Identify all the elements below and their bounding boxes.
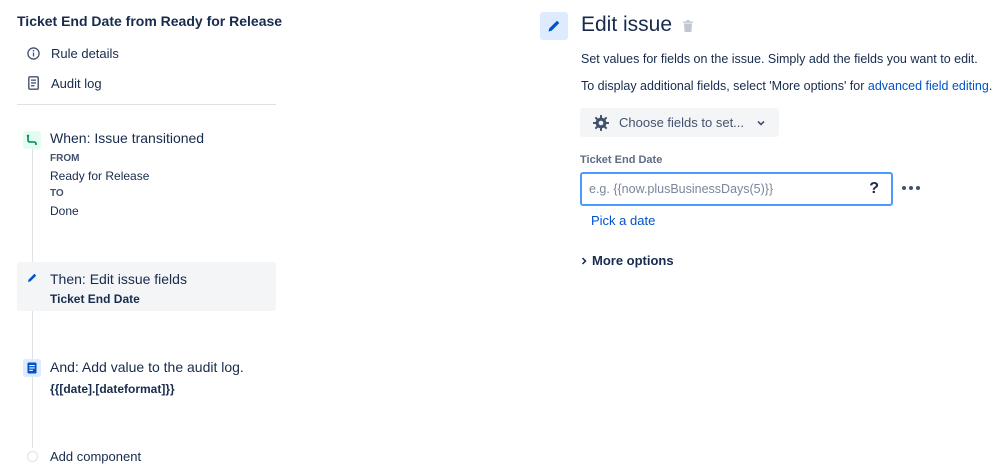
pick-a-date-link[interactable]: Pick a date — [591, 213, 655, 228]
more-options-toggle[interactable]: More options — [580, 253, 674, 268]
trigger-title: When: Issue transitioned — [50, 130, 205, 146]
action-title: Then: Edit issue fields — [50, 271, 187, 287]
action-step[interactable]: Then: Edit issue fields Ticket End Date — [17, 262, 276, 311]
ticket-end-date-field: ? — [580, 172, 893, 206]
desc2-prefix: To display additional fields, select 'Mo… — [581, 79, 868, 93]
action-detail: Ticket End Date — [50, 292, 140, 306]
description-more-text: To display additional fields, select 'Mo… — [581, 79, 992, 93]
audit-title: And: Add value to the audit log. — [50, 359, 244, 375]
rule-details-label: Rule details — [51, 45, 119, 61]
audit-log-link[interactable]: Audit log — [26, 73, 102, 93]
pencil-icon — [540, 12, 568, 40]
dot — [902, 186, 906, 190]
gear-icon — [592, 114, 610, 132]
rule-details-link[interactable]: Rule details — [26, 43, 119, 63]
to-label: TO — [50, 188, 64, 199]
rule-sidebar: Ticket End Date from Ready for Release R… — [0, 0, 290, 467]
help-icon[interactable]: ? — [869, 180, 879, 198]
dot — [916, 186, 920, 190]
page-title: Edit issue — [581, 13, 673, 36]
choose-fields-label: Choose fields to set... — [619, 115, 745, 130]
document-icon — [23, 359, 41, 377]
dot — [909, 186, 913, 190]
document-icon — [26, 76, 40, 90]
more-actions-icon[interactable] — [902, 186, 920, 190]
chevron-down-icon — [756, 118, 766, 128]
ticket-end-date-label: Ticket End Date — [580, 154, 663, 166]
trigger-step[interactable]: When: Issue transitioned FROM Ready for … — [17, 129, 276, 221]
audit-detail: {{[date].[dateformat]}} — [50, 382, 175, 396]
add-component-label: Add component — [50, 449, 142, 464]
advanced-field-editing-link[interactable]: advanced field editing — [868, 79, 989, 93]
choose-fields-button[interactable]: Choose fields to set... — [580, 108, 779, 137]
more-options-label: More options — [592, 253, 674, 268]
audit-step[interactable]: And: Add value to the audit log. {{[date… — [17, 357, 276, 399]
rule-title: Ticket End Date from Ready for Release — [17, 13, 283, 29]
pencil-icon — [23, 269, 41, 287]
ticket-end-date-input[interactable] — [589, 182, 849, 196]
transition-icon — [23, 131, 41, 149]
audit-log-label: Audit log — [51, 75, 102, 91]
info-icon — [26, 46, 40, 60]
description-text: Set values for fields on the issue. Simp… — [581, 52, 978, 66]
add-component-button[interactable]: Add component — [27, 449, 141, 464]
from-value: Ready for Release — [50, 169, 150, 183]
add-component-dot — [27, 451, 38, 462]
desc2-suffix: . — [988, 79, 993, 93]
edit-issue-panel: Edit issue Set values for fields on the … — [540, 0, 998, 467]
chevron-right-icon — [580, 256, 588, 266]
to-value: Done — [50, 204, 79, 218]
from-label: FROM — [50, 153, 80, 164]
trash-icon[interactable] — [681, 18, 695, 34]
sidebar-divider — [17, 104, 276, 105]
